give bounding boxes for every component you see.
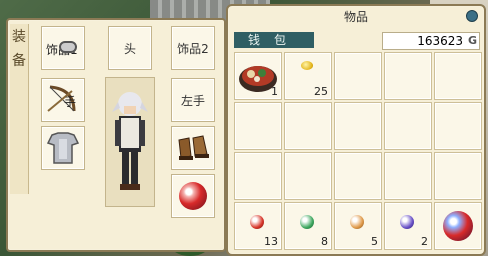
inventory-slot[interactable] [234, 102, 282, 150]
inventory-slot[interactable]: 25 [284, 52, 332, 100]
item-count: 5 [371, 235, 378, 248]
gold-icon: G [467, 34, 477, 47]
inventory-slot[interactable] [384, 52, 432, 100]
inventory-slot[interactable] [384, 102, 432, 150]
character-preview [105, 77, 155, 207]
gold-coin-icon [301, 61, 313, 70]
character-sprite [112, 92, 148, 190]
equipment-tab-char-2: 备 [12, 53, 26, 69]
purple-potion-icon [400, 215, 414, 229]
inventory-title: 物品 [343, 10, 368, 24]
inventory-slot[interactable] [434, 152, 482, 200]
inventory-slot[interactable] [334, 152, 382, 200]
accessory2-slot[interactable]: 饰品2 [171, 26, 215, 70]
inventory-slot[interactable] [434, 52, 482, 100]
boots-icon [178, 135, 209, 160]
inventory-slot[interactable] [234, 152, 282, 200]
green-potion-icon [300, 215, 314, 229]
equipment-tab-char-1: 装 [12, 29, 26, 45]
head-label: 头 [123, 41, 136, 56]
orb-slot[interactable] [171, 174, 215, 218]
main-hand-slot[interactable]: 手 [41, 78, 85, 122]
item-count: 13 [264, 235, 278, 248]
inventory-slot[interactable] [384, 152, 432, 200]
item-count: 1 [271, 85, 278, 98]
inventory-slot[interactable]: 8 [284, 202, 332, 250]
money-display: 163623 G [382, 32, 480, 50]
inventory-slot[interactable]: 5 [334, 202, 382, 250]
off-hand-slot[interactable]: 左手 [171, 78, 215, 122]
inventory-slot[interactable] [434, 102, 482, 150]
inventory-slot[interactable]: 2 [384, 202, 432, 250]
money-amount: 163623 [417, 34, 463, 48]
item-count: 8 [321, 235, 328, 248]
orb-icon [179, 182, 207, 210]
wallet-tab[interactable]: 钱包 [234, 32, 314, 48]
inventory-slot[interactable] [434, 202, 482, 250]
accessory2-label: 饰品2 [177, 41, 209, 56]
orb-icon [443, 211, 473, 241]
close-icon[interactable] [466, 10, 478, 22]
equipment-window[interactable]: 装 备 饰品1 头 饰品2 手 [6, 18, 226, 252]
inventory-slot[interactable] [334, 52, 382, 100]
inventory-slot[interactable]: 13 [234, 202, 282, 250]
boots-slot[interactable] [171, 126, 215, 170]
head-slot[interactable]: 头 [108, 26, 152, 70]
orange-potion-icon [350, 215, 364, 229]
inventory-slot[interactable]: 1 [234, 52, 282, 100]
item-count: 2 [421, 235, 428, 248]
accessory1-slot[interactable]: 饰品1 [41, 26, 85, 70]
inventory-slot[interactable] [334, 102, 382, 150]
ring-icon [59, 41, 77, 53]
inventory-slot[interactable] [284, 102, 332, 150]
armor-slot[interactable] [41, 126, 85, 170]
main-hand-label: 手 [64, 95, 77, 109]
inventory-window[interactable]: 物品 钱包 163623 G 1 25 13 8 5 2 [226, 4, 486, 256]
armor-icon [46, 132, 80, 164]
inventory-slot[interactable] [284, 152, 332, 200]
item-count: 25 [314, 85, 328, 98]
equipment-tab[interactable]: 装 备 [10, 24, 29, 194]
red-potion-icon [250, 215, 264, 229]
off-hand-label: 左手 [180, 93, 205, 108]
